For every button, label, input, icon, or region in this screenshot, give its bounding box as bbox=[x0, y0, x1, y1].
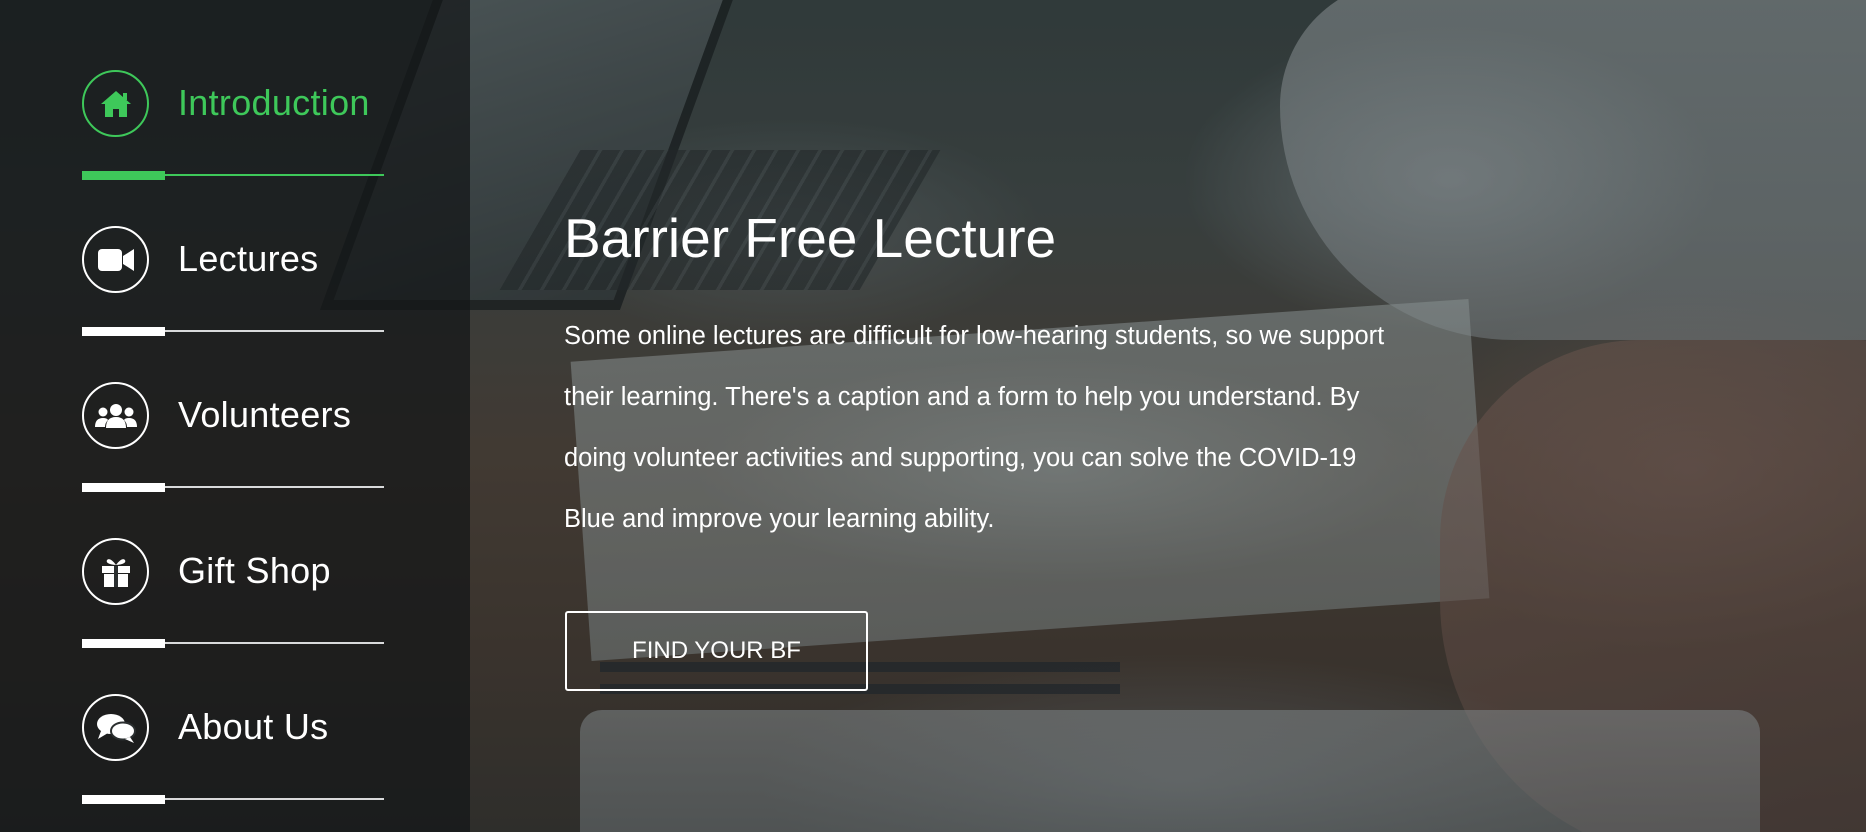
sidebar-item-label: Introduction bbox=[178, 82, 370, 123]
sidebar-nav: Introduction Lectures Volunteers Gift Sh… bbox=[0, 0, 470, 832]
active-indicator-bar bbox=[82, 171, 165, 180]
sidebar-item-gift-shop[interactable]: Gift Shop bbox=[82, 538, 384, 658]
indicator-bar bbox=[82, 483, 165, 492]
video-camera-icon bbox=[82, 226, 149, 293]
users-icon bbox=[82, 382, 149, 449]
indicator-bar bbox=[82, 327, 165, 336]
indicator-bar bbox=[82, 795, 165, 804]
find-your-bf-button[interactable]: FIND YOUR BF bbox=[565, 611, 868, 691]
page-title: Barrier Free Lecture bbox=[564, 207, 1057, 269]
indicator-bar bbox=[82, 639, 165, 648]
sidebar-item-about-us[interactable]: About Us bbox=[82, 694, 384, 814]
sidebar-item-label: Gift Shop bbox=[178, 550, 331, 591]
gift-icon bbox=[82, 538, 149, 605]
sidebar-item-lectures[interactable]: Lectures bbox=[82, 226, 384, 346]
sidebar-item-introduction[interactable]: Introduction bbox=[82, 70, 384, 190]
sidebar-item-label: Volunteers bbox=[178, 394, 352, 435]
home-icon bbox=[82, 70, 149, 137]
chat-bubbles-icon bbox=[82, 694, 149, 761]
sidebar-item-label: Lectures bbox=[178, 238, 319, 279]
sidebar-item-volunteers[interactable]: Volunteers bbox=[82, 382, 384, 502]
page-description: Some online lectures are difficult for l… bbox=[564, 322, 1385, 533]
sidebar-item-label: About Us bbox=[178, 706, 329, 747]
